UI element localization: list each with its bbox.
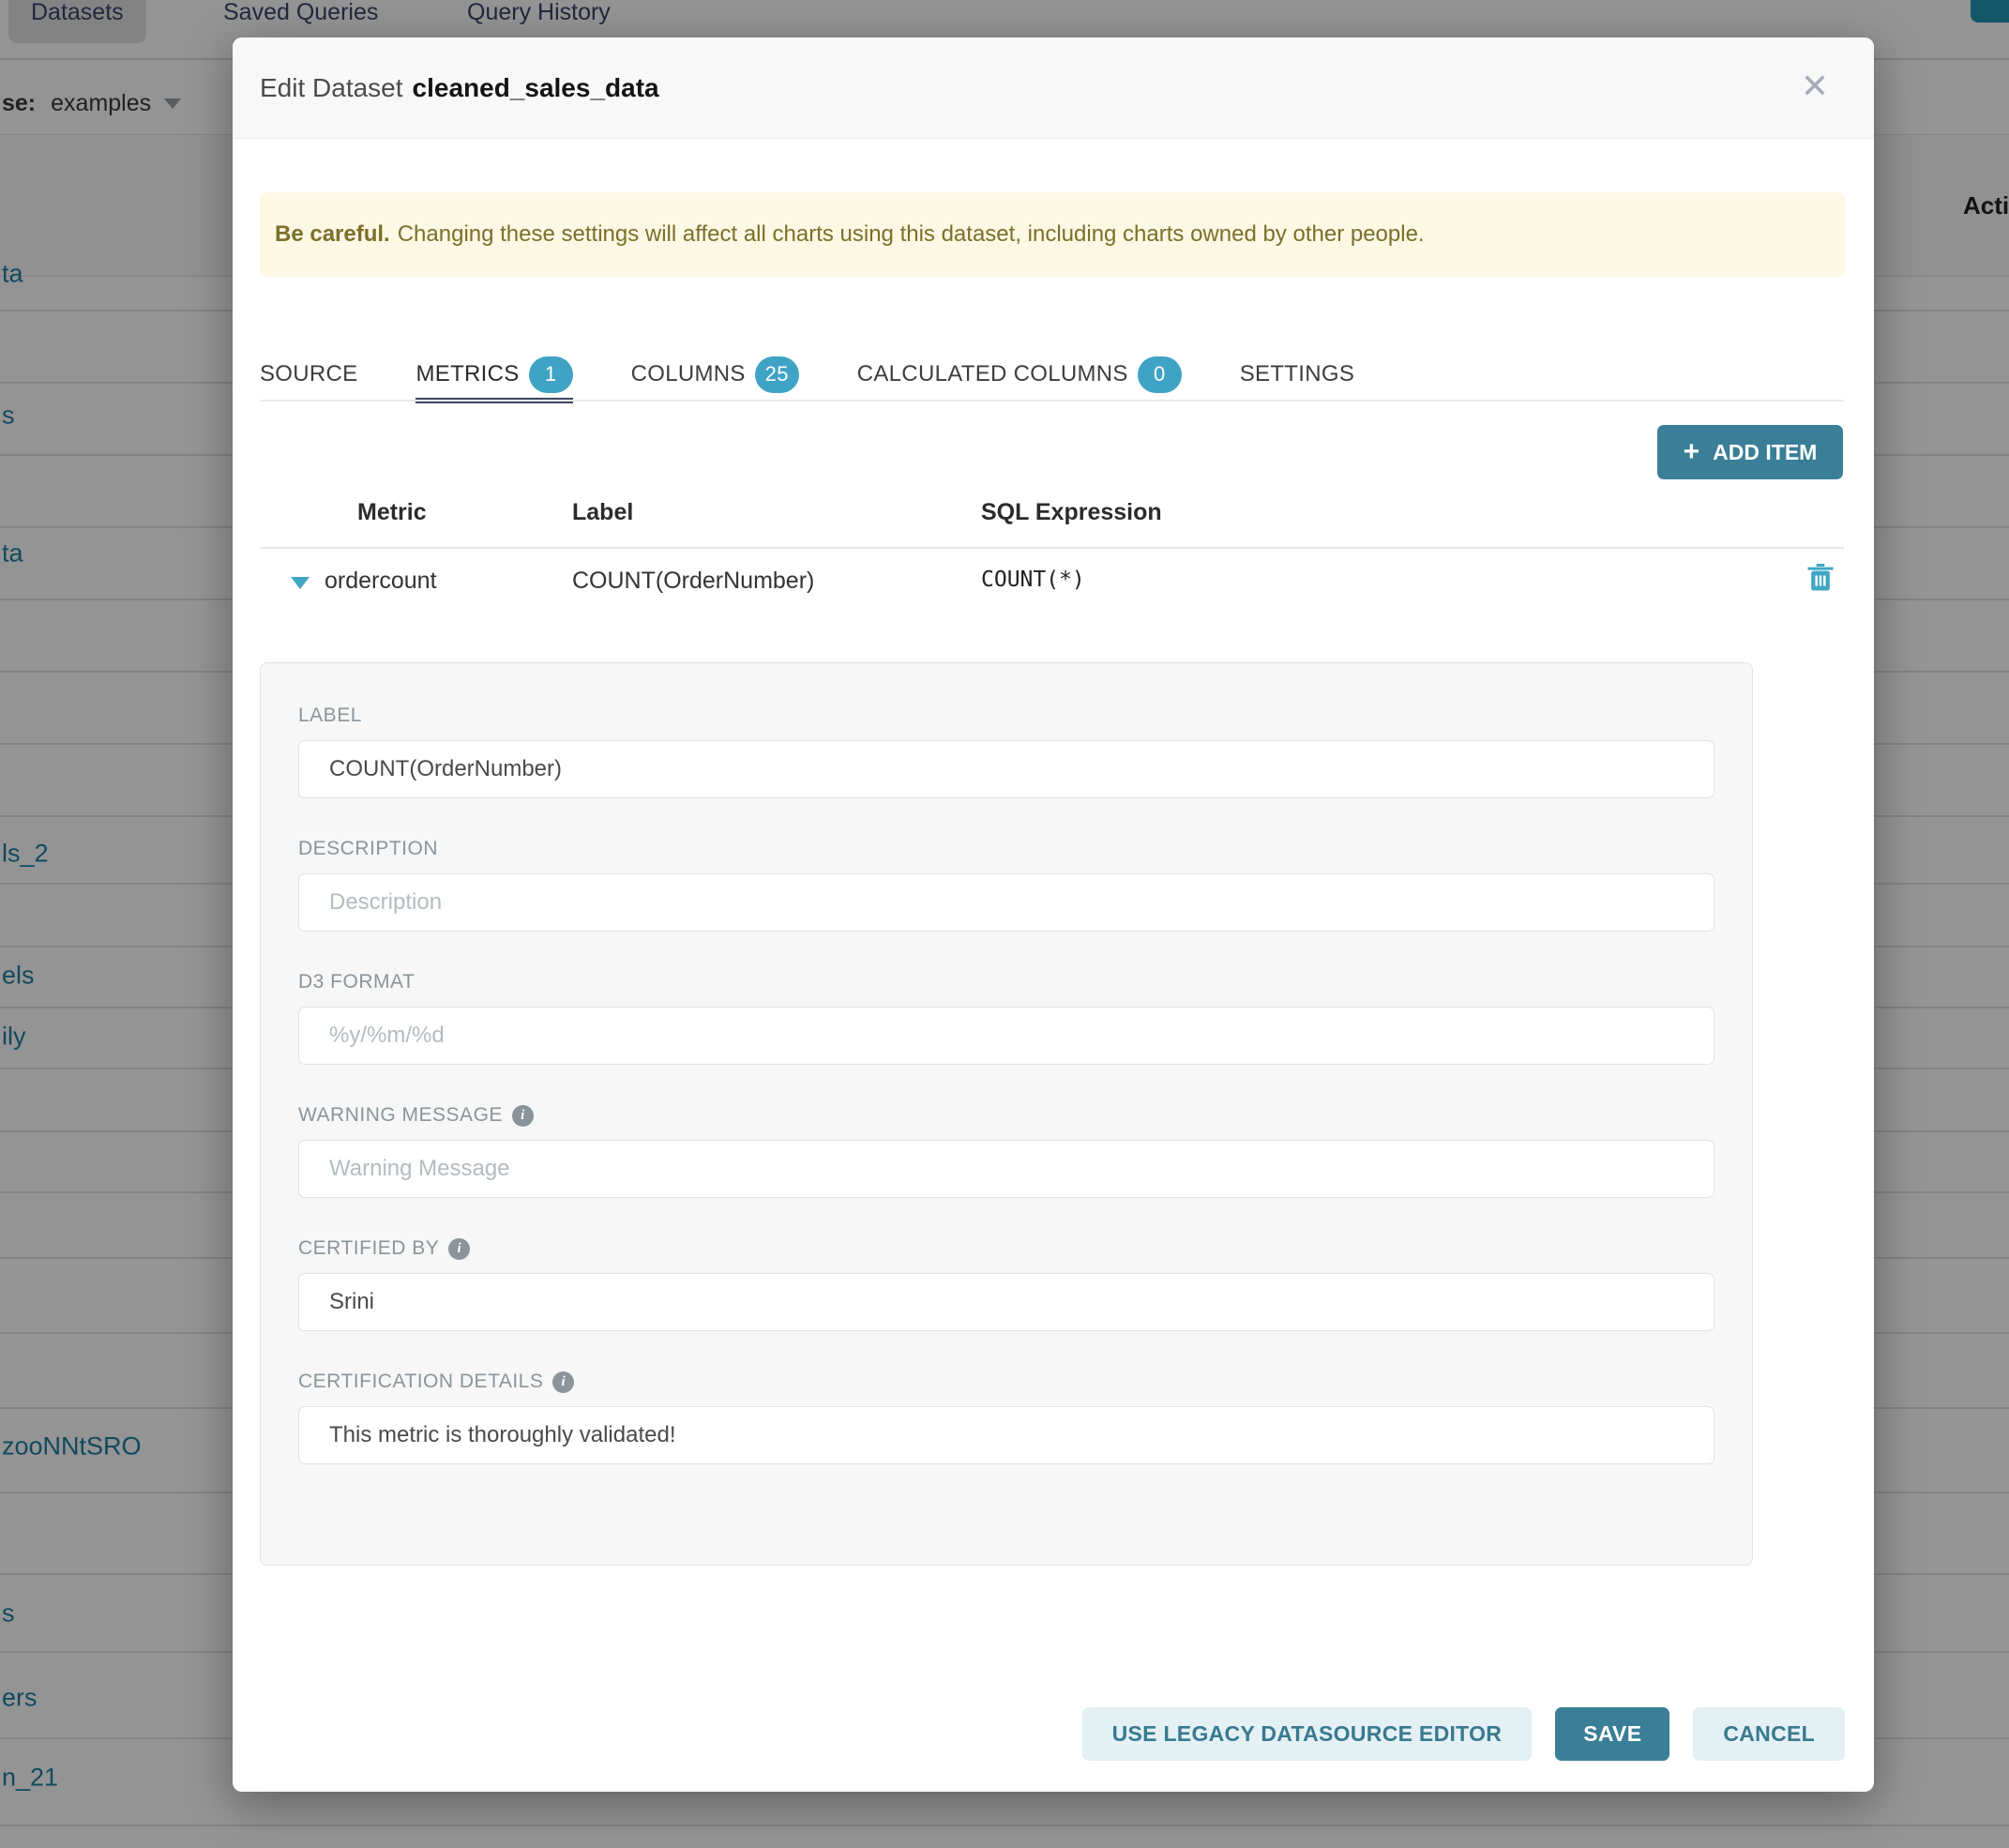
certified-by-field-label: CERTIFIED BY i <box>298 1237 1714 1260</box>
metrics-count-badge: 1 <box>529 356 573 393</box>
tab-columns[interactable]: COLUMNS 25 <box>631 347 799 401</box>
warning-banner-text: Changing these settings will affect all … <box>398 221 1425 247</box>
field-label-text: D3 FORMAT <box>298 971 415 993</box>
tab-label: SOURCE <box>260 361 357 387</box>
plus-icon: + <box>1684 438 1700 466</box>
d3-format-field-label: D3 FORMAT <box>298 971 1714 993</box>
certification-details-field-label: CERTIFICATION DETAILS i <box>298 1371 1714 1393</box>
warning-message-field-group: WARNING MESSAGE i <box>298 1104 1714 1198</box>
tab-label: CALCULATED COLUMNS <box>857 361 1128 387</box>
d3-format-field-group: D3 FORMAT <box>298 971 1714 1065</box>
label-field-group: LABEL <box>298 704 1714 798</box>
metric-label-cell: COUNT(OrderNumber) <box>572 568 814 595</box>
description-field-label: DESCRIPTION <box>298 838 1714 860</box>
warning-message-input[interactable] <box>298 1140 1714 1198</box>
tab-metrics[interactable]: METRICS 1 <box>415 347 572 401</box>
tabs-divider <box>260 400 1844 401</box>
dataset-name: cleaned_sales_data <box>413 73 659 102</box>
description-field-group: DESCRIPTION <box>298 838 1714 932</box>
field-label-text: DESCRIPTION <box>298 838 438 860</box>
tab-label: SETTINGS <box>1240 361 1354 387</box>
metric-edit-panel: LABEL DESCRIPTION D3 FORMAT WARNING MESS… <box>260 662 1753 1566</box>
certified-by-input[interactable] <box>298 1273 1714 1331</box>
warning-banner-bold: Be careful. <box>275 221 390 247</box>
delete-metric-trash-icon[interactable] <box>1806 563 1835 593</box>
columns-count-badge: 25 <box>755 356 799 393</box>
field-label-text: LABEL <box>298 704 362 727</box>
warning-banner: Be careful. Changing these settings will … <box>260 192 1845 277</box>
cancel-button[interactable]: CANCEL <box>1693 1707 1845 1761</box>
description-input[interactable] <box>298 873 1714 932</box>
calculated-columns-count-badge: 0 <box>1138 356 1182 393</box>
tab-label: COLUMNS <box>631 361 746 387</box>
modal-title: Edit Dataset <box>260 73 403 102</box>
save-button[interactable]: SAVE <box>1555 1707 1669 1761</box>
grid-header-divider <box>260 547 1844 549</box>
field-label-text: CERTIFICATION DETAILS <box>298 1371 543 1393</box>
grid-header-sql-expression: SQL Expression <box>981 499 1162 526</box>
d3-format-input[interactable] <box>298 1007 1714 1065</box>
use-legacy-datasource-editor-button[interactable]: USE LEGACY DATASOURCE EDITOR <box>1082 1707 1533 1761</box>
modal-tabs: SOURCE METRICS 1 COLUMNS 25 CALCULATED C… <box>260 347 1354 401</box>
add-item-label: ADD ITEM <box>1713 440 1817 465</box>
collapse-row-caret-icon[interactable] <box>291 577 310 589</box>
tab-calculated-columns[interactable]: CALCULATED COLUMNS 0 <box>857 347 1182 401</box>
certification-details-field-group: CERTIFICATION DETAILS i <box>298 1371 1714 1464</box>
info-icon: i <box>512 1105 534 1127</box>
tab-label: METRICS <box>415 361 519 387</box>
certification-details-input[interactable] <box>298 1406 1714 1464</box>
warning-message-field-label: WARNING MESSAGE i <box>298 1104 1714 1127</box>
field-label-text: WARNING MESSAGE <box>298 1104 503 1127</box>
tab-settings[interactable]: SETTINGS <box>1240 347 1354 401</box>
certified-by-field-group: CERTIFIED BY i <box>298 1237 1714 1331</box>
field-label-text: CERTIFIED BY <box>298 1237 439 1260</box>
tab-source[interactable]: SOURCE <box>260 347 357 401</box>
modal-header: Edit Dataset cleaned_sales_data ✕ <box>233 38 1874 139</box>
page-root: Datasets Saved Queries Query History se:… <box>0 0 2009 1848</box>
info-icon: i <box>552 1371 574 1393</box>
grid-header-metric: Metric <box>357 499 427 526</box>
modal-footer: USE LEGACY DATASOURCE EDITOR SAVE CANCEL <box>1082 1707 1845 1761</box>
metric-name-cell: ordercount <box>325 568 437 595</box>
close-icon[interactable]: ✕ <box>1782 38 1848 138</box>
label-field-label: LABEL <box>298 704 1714 727</box>
edit-dataset-modal: Edit Dataset cleaned_sales_data ✕ Be care… <box>233 38 1874 1792</box>
add-item-button[interactable]: + ADD ITEM <box>1657 425 1843 479</box>
label-input[interactable] <box>298 740 1714 798</box>
info-icon: i <box>448 1238 470 1260</box>
metric-sql-cell: COUNT(*) <box>981 568 1085 592</box>
grid-header-label: Label <box>572 499 633 526</box>
